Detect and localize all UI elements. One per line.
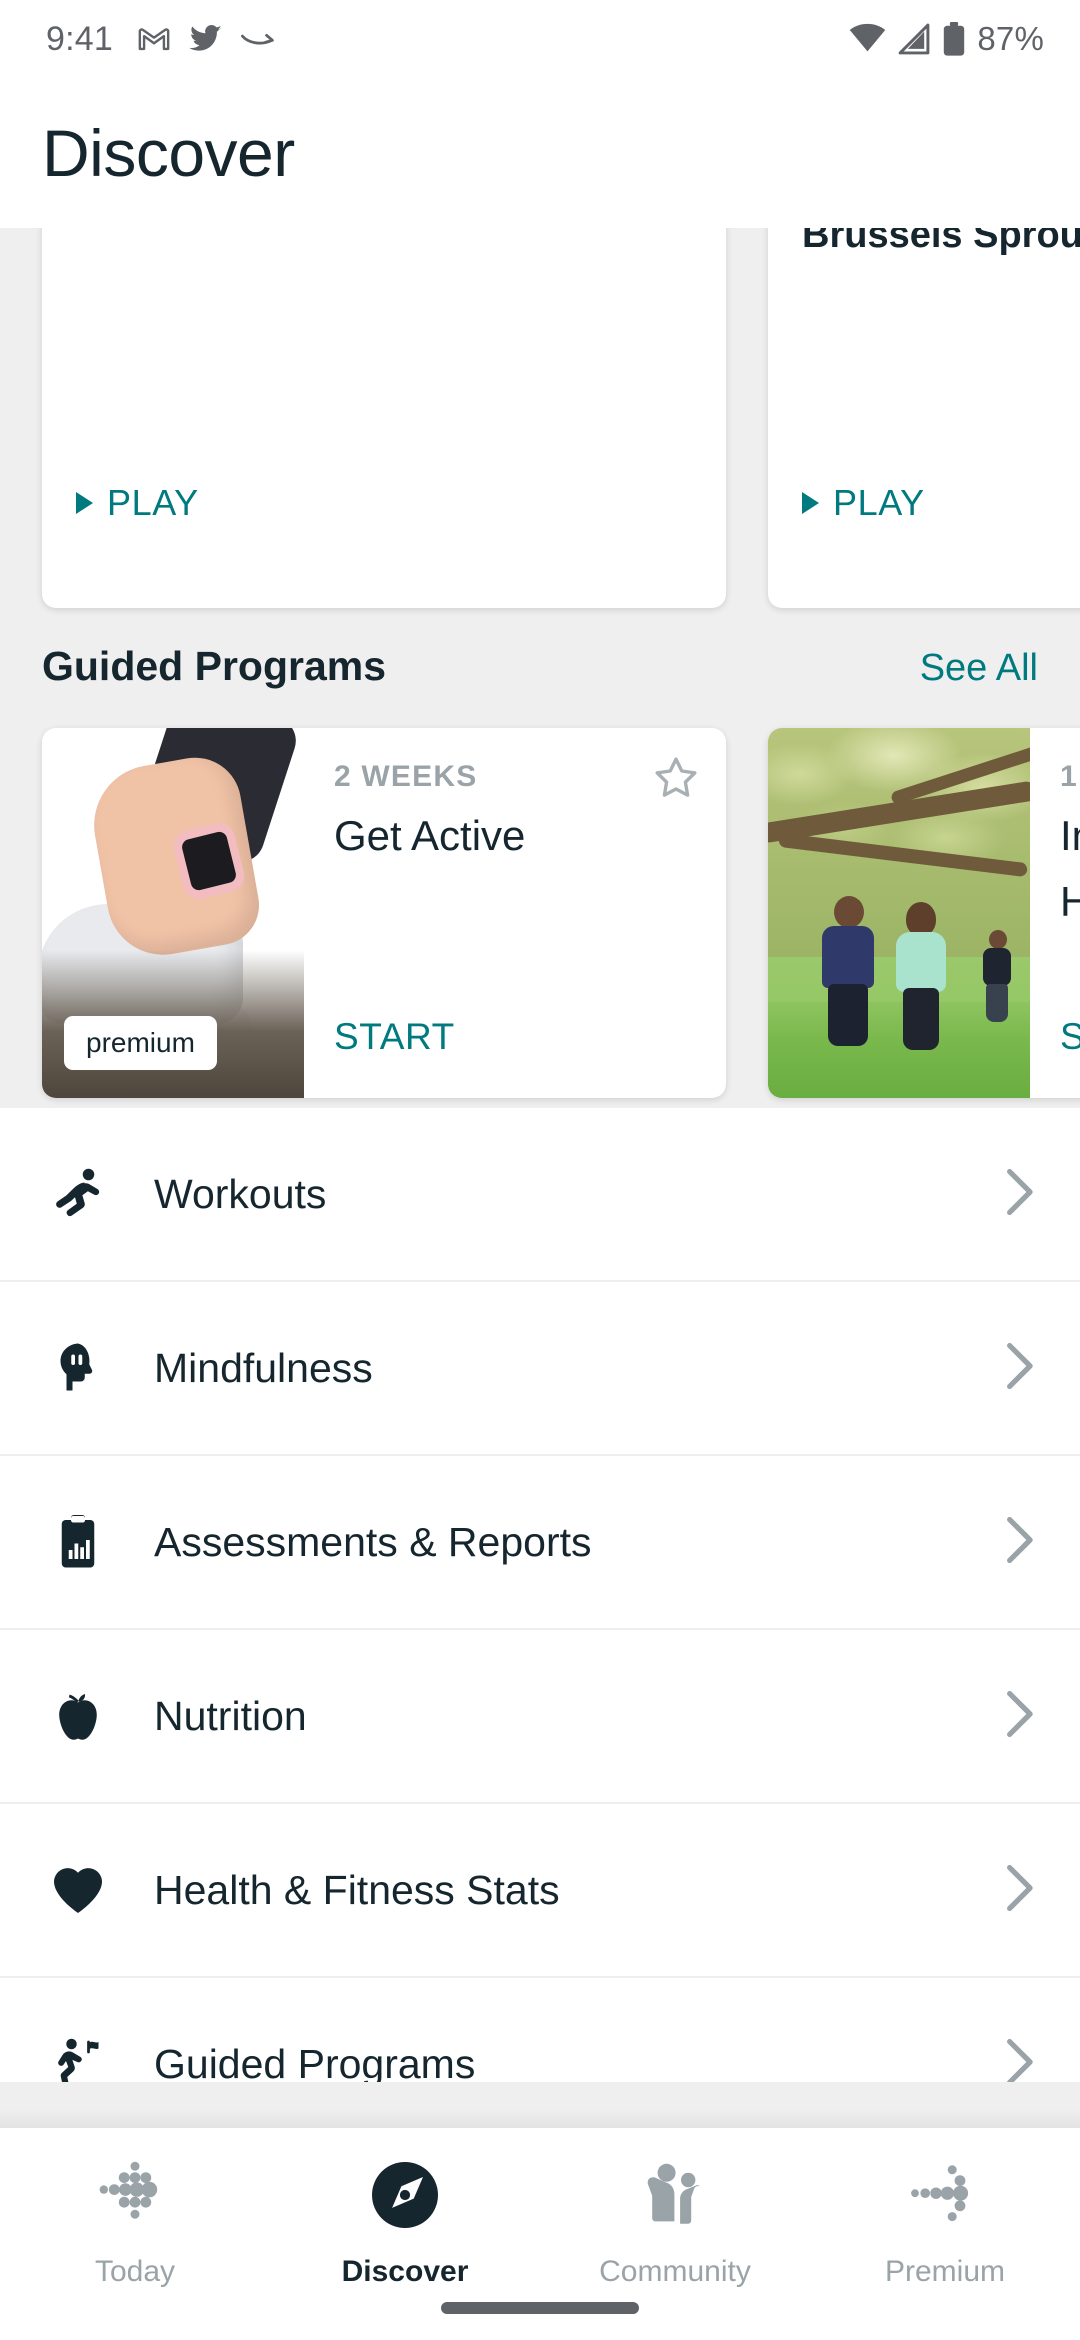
play-icon [802,492,819,514]
nav-tab-label: Community [599,2255,751,2288]
app-screen: 9:41 87% Discover PLAY Brussels Sprou PL… [0,0,1080,2340]
chevron-right-icon [1004,1515,1038,1570]
discover-menu-list: Workouts Mindfulness Assessments & Repor… [0,1108,1080,2082]
heart-icon [48,1860,110,1920]
program-name: In [1060,812,1080,859]
menu-item-label: Assessments & Reports [154,1518,592,1565]
amazon-icon [241,33,274,45]
menu-item-label: Health & Fitness Stats [154,1866,560,1913]
menu-item-guided-programs[interactable]: Guided Programs [0,1978,1080,2082]
menu-item-mindfulness[interactable]: Mindfulness [0,1282,1080,1456]
app-header: Discover [0,78,1080,228]
nav-tab-label: Discover [341,2255,469,2288]
menu-item-nutrition[interactable]: Nutrition [0,1630,1080,1804]
head-mindfulness-icon [48,1338,110,1398]
runner-flag-icon [48,2034,110,2082]
chevron-right-icon [1004,1863,1038,1918]
people-icon [636,2156,714,2239]
chevron-right-icon [1004,1689,1038,1744]
premium-badge: premium [64,1016,217,1070]
status-time: 9:41 [46,19,113,58]
program-name: Get Active [334,812,526,859]
nav-tab-premium[interactable]: Premium [810,2156,1080,2289]
nav-tab-label: Today [94,2255,176,2288]
cellular-icon [898,23,930,55]
play-button[interactable]: PLAY [76,482,199,524]
program-image: premium [42,728,304,1098]
menu-item-label: Workouts [154,1170,327,1217]
clipboard-chart-icon [48,1512,110,1572]
menu-item-label: Mindfulness [154,1344,373,1391]
program-name-line2: H [1060,878,1080,925]
section-title: Guided Programs [42,643,387,689]
status-bar: 9:41 87% [0,0,1080,78]
play-label: PLAY [107,482,199,523]
menu-item-assessments-reports[interactable]: Assessments & Reports [0,1456,1080,1630]
menu-item-label: Guided Programs [154,2040,476,2083]
nav-tab-today[interactable]: Today [0,2156,270,2289]
program-carousel[interactable]: premium 2 WEEKS Get Active START 1 I H S [0,728,1080,1098]
apple-icon [48,1686,110,1746]
menu-item-label: Nutrition [154,1692,307,1739]
dots-arrow-icon [906,2156,984,2239]
nav-tab-discover[interactable]: Discover [270,2156,540,2289]
bottom-navigation: Today Discover Community Premium [0,2128,1080,2340]
fitbit-dots-diamond-icon [96,2156,174,2239]
program-info: 1 In H S [1030,728,1080,1098]
compass-icon [366,2156,444,2239]
see-all-link[interactable]: See All [920,647,1038,690]
chevron-right-icon [1004,1167,1038,1222]
play-button[interactable]: PLAY [802,482,925,524]
twitter-icon [188,24,222,51]
program-duration: 1 [1060,760,1078,793]
wifi-icon [850,23,886,52]
nav-tab-label: Premium [884,2255,1005,2288]
program-card[interactable]: 1 In H S [768,728,1080,1098]
chevron-right-icon [1004,2037,1038,2082]
park-photo-illustration [768,728,1030,1098]
nav-separator [0,2082,1080,2128]
play-label: PLAY [833,482,925,523]
home-indicator[interactable] [441,2302,639,2314]
media-card-carousel[interactable]: PLAY Brussels Sprou PLAY [0,228,1080,608]
battery-icon [944,22,965,56]
start-button[interactable]: START [334,1016,455,1058]
media-card-title: Brussels Sprou [802,228,1080,256]
chevron-right-icon [1004,1341,1038,1396]
program-duration: 2 WEEKS [334,760,478,793]
start-button[interactable]: S [1060,1016,1080,1058]
program-info: 2 WEEKS Get Active START [304,728,726,1098]
favorite-star-icon[interactable] [652,754,700,807]
menu-item-health-fitness-stats[interactable]: Health & Fitness Stats [0,1804,1080,1978]
play-icon [76,492,93,514]
media-card[interactable]: Brussels Sprou PLAY [768,228,1080,608]
program-image [768,728,1030,1098]
status-system-icons: 87% [849,20,1044,58]
guided-programs-section-header: Guided Programs See All [0,643,1080,690]
gmail-icon [138,28,170,51]
program-card[interactable]: premium 2 WEEKS Get Active START [42,728,726,1098]
battery-percent: 87% [977,20,1044,57]
media-card[interactable]: PLAY [42,228,726,608]
menu-item-workouts[interactable]: Workouts [0,1108,1080,1282]
page-title: Discover [42,116,295,190]
nav-tab-community[interactable]: Community [540,2156,810,2289]
runner-icon [48,1164,110,1224]
status-notification-icons [137,22,279,56]
scroll-content[interactable]: PLAY Brussels Sprou PLAY Guided Programs… [0,228,1080,2082]
